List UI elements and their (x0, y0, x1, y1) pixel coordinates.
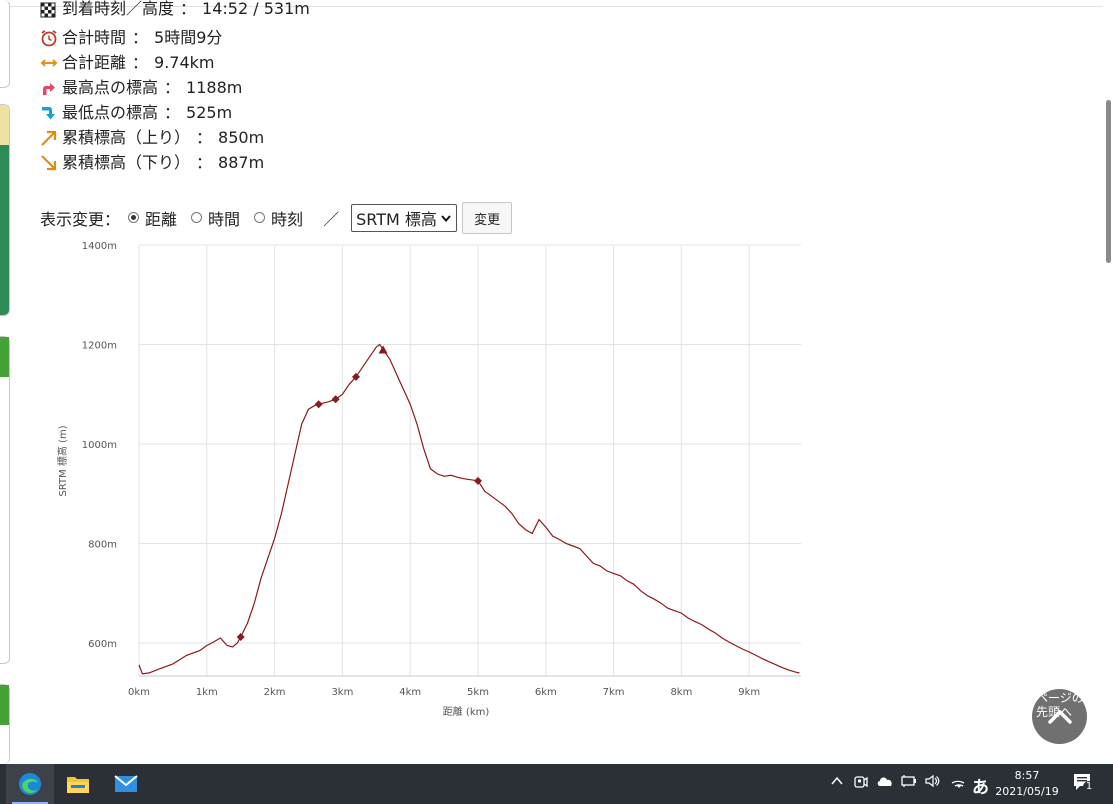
page-scrollbar[interactable] (1103, 0, 1113, 764)
clock-date: 2021/05/19 (995, 785, 1059, 798)
chevron-up-icon (1045, 702, 1075, 736)
system-clock[interactable]: 8:57 2021/05/19 (995, 768, 1059, 800)
x-tick-label: 5km (467, 687, 489, 698)
waypoint-marker[interactable] (236, 633, 245, 642)
elevation-profile-line (138, 343, 800, 675)
speaker-icon[interactable] (924, 774, 940, 792)
wifi-icon[interactable] (950, 774, 966, 792)
clock-time: 8:57 (1014, 769, 1040, 782)
taskbar-file-explorer[interactable] (54, 764, 102, 804)
elevation-chart: 0km 1km 2km 3km 4km 5km 6km 7km 8km 9km 600m 800m 10… (56, 241, 801, 718)
mail-icon (114, 774, 138, 798)
x-tick-label: 3km (331, 687, 353, 698)
y-tick-label: 1400m (82, 241, 117, 252)
battery-icon[interactable] (900, 774, 918, 792)
y-tick-label: 600m (88, 639, 117, 650)
windows-taskbar: あ 8:57 2021/05/19 1 (0, 764, 1113, 804)
x-tick-label: 2km (264, 687, 286, 698)
x-tick-label: 6km (535, 687, 557, 698)
y-tick-label: 800m (88, 540, 117, 551)
taskbar-mail[interactable] (102, 764, 150, 804)
y-axis-title: SRTM 標高 (m) (56, 425, 69, 496)
y-tick-label: 1000m (82, 440, 117, 451)
summit-marker[interactable] (378, 345, 388, 354)
x-tick-label: 9km (738, 687, 760, 698)
chart-grid (138, 244, 801, 677)
chevron-up-tray-icon[interactable] (830, 774, 844, 792)
waypoint-marker[interactable] (314, 400, 323, 409)
x-tick-label: 0km (128, 687, 150, 698)
x-axis-title: 距離 (km) (443, 705, 490, 718)
waypoint-marker[interactable] (331, 395, 340, 404)
back-to-top-button[interactable]: ページの先頭へ (1032, 689, 1087, 744)
notification-count: 1 (1083, 781, 1095, 793)
x-tick-label: 4km (399, 687, 421, 698)
ime-mode-indicator[interactable]: あ (972, 773, 989, 798)
file-explorer-icon (66, 773, 90, 799)
taskbar-edge[interactable] (6, 764, 54, 804)
y-tick-label: 1200m (82, 341, 117, 352)
edge-icon (18, 772, 42, 800)
meet-now-icon[interactable] (853, 774, 869, 794)
notification-center-icon[interactable]: 1 (1072, 772, 1095, 798)
cloud-icon[interactable] (876, 774, 894, 792)
x-tick-label: 7km (603, 687, 625, 698)
x-tick-label: 1km (196, 687, 218, 698)
waypoint-marker[interactable] (474, 476, 482, 485)
scroll-thumb[interactable] (1106, 100, 1111, 263)
x-tick-label: 8km (670, 687, 692, 698)
chart-ticks: 0km 1km 2km 3km 4km 5km 6km 7km 8km 9km 600m 800m 10… (82, 241, 760, 698)
browser-page: 到着時刻／高度： 14:52 / 531m 合計時間： 5時間9分 合計距離： 9.74k… (0, 0, 1113, 764)
waypoint-markers (236, 345, 482, 642)
